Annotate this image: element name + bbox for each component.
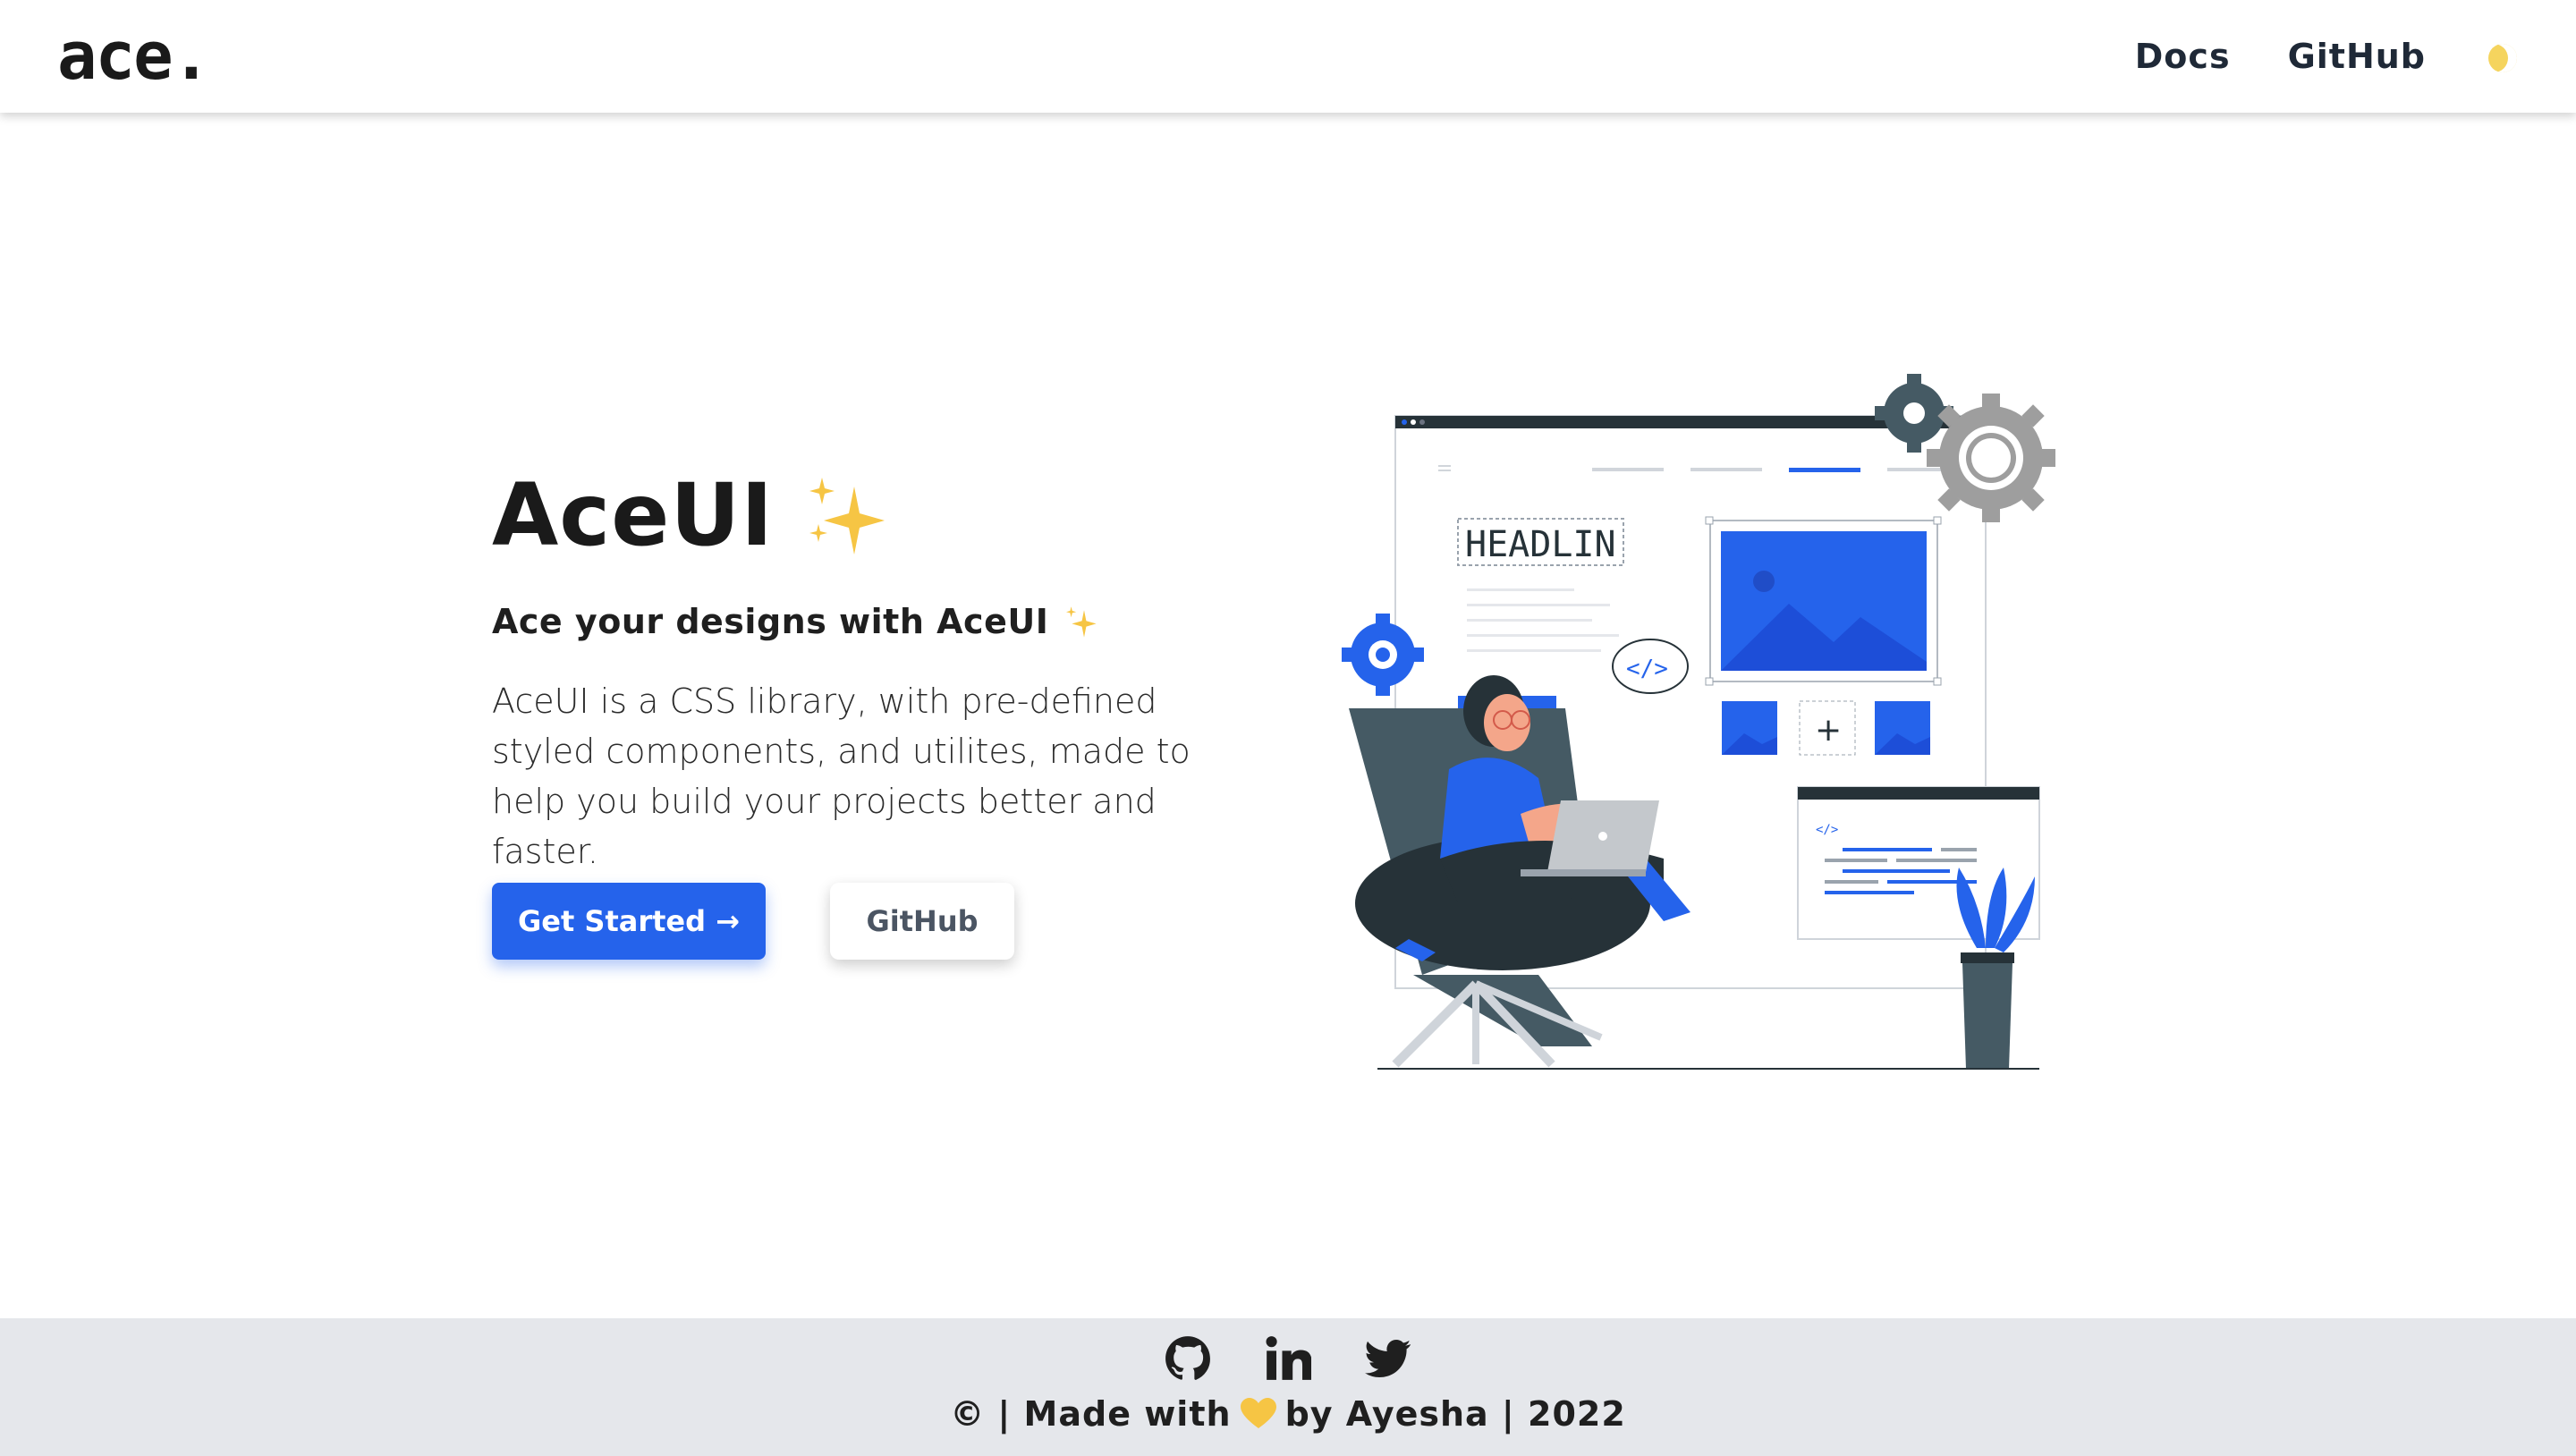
- twitter-icon[interactable]: [1365, 1335, 1411, 1382]
- hero-subtitle: Ace your designs with AceUI: [492, 602, 1049, 641]
- image-placeholder: [1705, 516, 1942, 686]
- logo[interactable]: ace.: [57, 18, 211, 95]
- sparkles-icon: [809, 478, 885, 554]
- footer: © | Made with by Ayesha | 2022: [0, 1318, 2576, 1456]
- yellow-heart-icon: [1240, 1398, 1276, 1428]
- svg-text:</>: </>: [1626, 656, 1668, 682]
- get-started-button[interactable]: Get Started →: [492, 883, 766, 960]
- github-icon[interactable]: [1165, 1335, 1211, 1382]
- footer-text-before: © | Made with: [950, 1394, 1232, 1434]
- gear-icon: [1927, 394, 2055, 522]
- hero-heading: AceUI: [492, 465, 890, 565]
- headline-text: HEADLIN: [1465, 524, 1616, 565]
- nav-links: Docs GitHub: [2135, 37, 2519, 76]
- github-button[interactable]: GitHub: [830, 883, 1014, 960]
- svg-text:</>: </>: [1816, 823, 1838, 837]
- hero-illustration: HEADLIN + </> </>: [1342, 374, 2055, 1070]
- moon-icon[interactable]: [2483, 38, 2519, 74]
- nav-github-link[interactable]: GitHub: [2288, 37, 2426, 76]
- footer-text-after: by Ayesha | 2022: [1284, 1394, 1626, 1434]
- hero-description: AceUI is a CSS library, with pre-defined…: [492, 681, 1191, 871]
- hero-title: AceUI: [492, 465, 774, 565]
- navbar: ace. Docs GitHub: [0, 0, 2576, 113]
- footer-credit: © | Made with by Ayesha | 2022: [950, 1394, 1626, 1434]
- nav-docs-link[interactable]: Docs: [2135, 37, 2231, 76]
- linkedin-icon[interactable]: [1265, 1335, 1311, 1382]
- sparkles-icon: [1066, 606, 1097, 638]
- hero-subtitle-row: Ace your designs with AceUI: [492, 602, 1098, 641]
- code-bubble: </>: [1612, 639, 1689, 694]
- social-links: [1165, 1335, 1411, 1382]
- svg-text:+: +: [1815, 712, 1842, 749]
